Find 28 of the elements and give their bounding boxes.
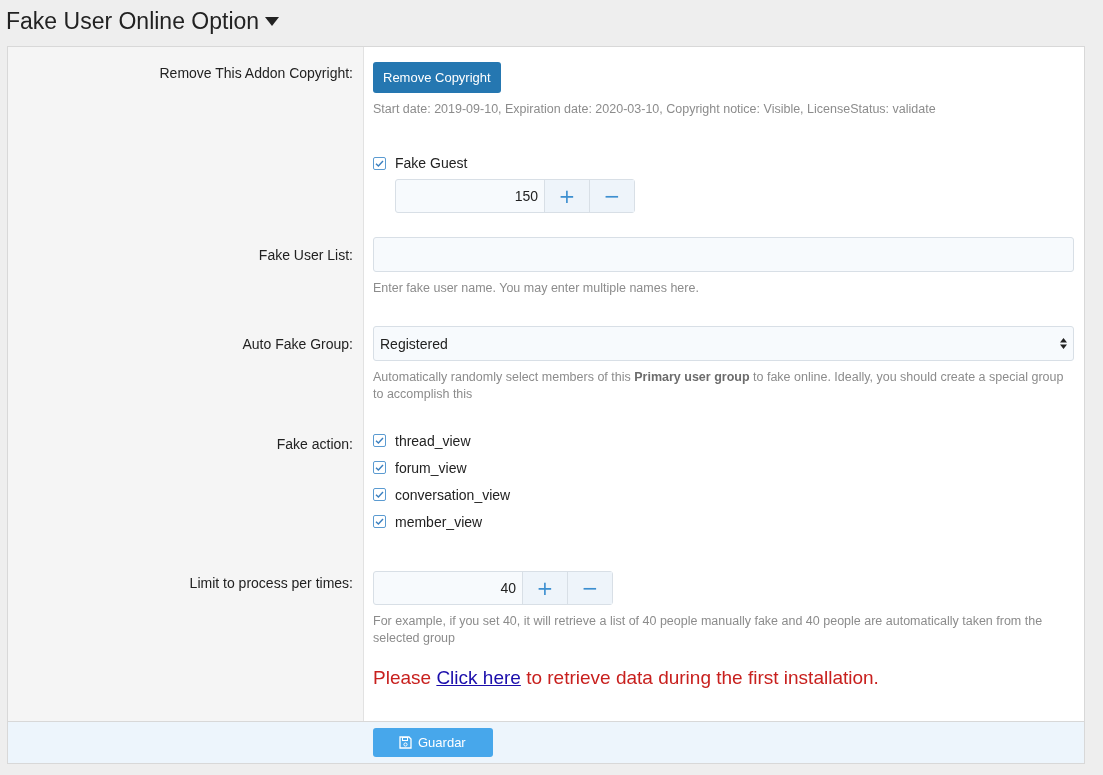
hint-text: Enter fake user name. You may enter multiple names here. bbox=[373, 280, 700, 297]
caret-icon[interactable] bbox=[265, 16, 280, 26]
checkbox-label: Fake Guest bbox=[395, 155, 468, 171]
page-title: Fake User Online Option bbox=[6, 7, 260, 35]
select-arrows-icon bbox=[1060, 338, 1067, 349]
field-label: Fake action: bbox=[276, 436, 353, 452]
field-label: Remove This Addon Copyright: bbox=[159, 65, 353, 81]
click-here-link[interactable]: Click here bbox=[436, 667, 521, 688]
notice-message: Please Click here to retrieve data during the first installation. bbox=[373, 667, 880, 689]
hint-text: Automatically randomly select members of this Primary user group to fake online. Ideally, you should create a special group to accomplish this bbox=[373, 369, 1065, 403]
checkbox-label: thread_view bbox=[395, 432, 471, 449]
field-label: Limit to process per times: bbox=[189, 575, 353, 591]
checkbox[interactable] bbox=[373, 156, 386, 170]
checkbox-label: member_view bbox=[395, 513, 483, 530]
field-label: Auto Fake Group: bbox=[242, 336, 353, 352]
group-select[interactable]: Registered bbox=[373, 326, 1074, 361]
field-label: Fake User List: bbox=[258, 247, 353, 263]
hint-text: For example, if you set 40, it will retrieve a list of 40 people manually fake and 40 people are automatically taken from the selected group bbox=[373, 613, 1044, 647]
save-button[interactable]: Guardar bbox=[373, 728, 493, 757]
checkbox[interactable] bbox=[373, 434, 386, 447]
hint-text: Start date: 2019-09-10, Expiration date: 2020-03-10, Copyright notice: Visible, LicenseStatus: validate bbox=[373, 101, 937, 118]
remove-copyright-button[interactable]: Remove Copyright bbox=[373, 62, 501, 93]
checkbox[interactable] bbox=[373, 515, 386, 528]
checkbox[interactable] bbox=[373, 488, 386, 501]
checkbox-label: forum_view bbox=[395, 459, 467, 476]
checkbox-label: conversation_view bbox=[395, 486, 511, 503]
input-field[interactable] bbox=[373, 237, 1074, 272]
checkbox[interactable] bbox=[373, 461, 386, 474]
